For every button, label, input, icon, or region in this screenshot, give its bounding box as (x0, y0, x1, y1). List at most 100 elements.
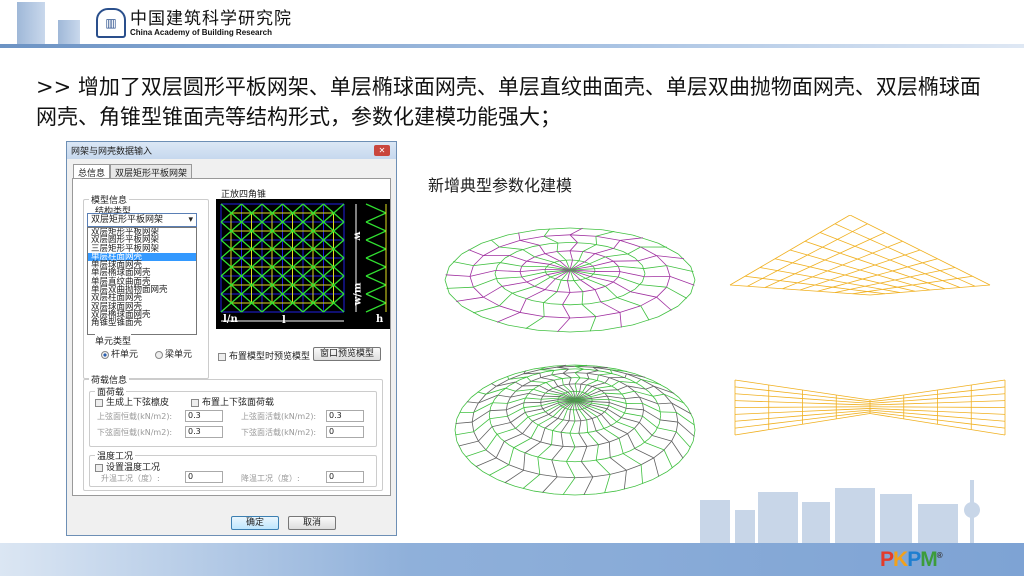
member-line (561, 378, 564, 386)
temp-up-input[interactable]: 0 (185, 471, 223, 483)
member-line (526, 281, 535, 287)
member-line (518, 232, 521, 241)
member-line (884, 232, 903, 242)
member-line (912, 282, 928, 286)
member-line (887, 240, 903, 248)
window-preview-button[interactable]: 窗口预览模型 (313, 347, 381, 361)
member-line (634, 422, 640, 429)
close-button[interactable]: ✕ (374, 145, 390, 156)
pkpm-letter: K (893, 548, 908, 571)
member-line (455, 421, 473, 424)
member-line (574, 368, 584, 374)
temp-down-input[interactable]: 0 (326, 471, 364, 483)
member-line (551, 459, 558, 478)
upper-live-input[interactable]: 0.3 (326, 410, 364, 422)
member-line (522, 420, 533, 434)
member-line (596, 385, 612, 389)
member-line (827, 264, 843, 272)
member-line (530, 424, 539, 439)
member-line (819, 223, 836, 233)
member-line (544, 316, 571, 319)
member-line (937, 419, 972, 425)
member-line (519, 312, 545, 317)
member-line (824, 259, 843, 266)
member-line (836, 408, 871, 411)
apply-load-checkbox[interactable]: 布置上下弦面荷载 (191, 395, 274, 408)
member-line (448, 253, 463, 267)
member-line (548, 387, 554, 391)
radio-beam[interactable]: 梁单元 (155, 347, 192, 360)
radio-truss[interactable]: 杆单元 (101, 347, 138, 360)
member-line (809, 259, 826, 268)
member-line (837, 231, 853, 240)
member-line (526, 260, 550, 265)
member-line (495, 276, 522, 280)
member-line (897, 284, 913, 288)
member-line (591, 395, 608, 399)
upper-dead-input[interactable]: 0.3 (185, 410, 223, 422)
member-line (562, 408, 568, 421)
preview-checkbox[interactable]: 布置模型时预览模型 (218, 349, 310, 362)
member-line (569, 433, 576, 448)
member-line (822, 239, 838, 248)
member-line (530, 437, 541, 443)
purlin-checkbox[interactable]: 生成上下弦檩皮 (95, 395, 169, 408)
member-line (568, 377, 572, 385)
member-line (540, 377, 554, 381)
ok-button[interactable]: 确定 (231, 516, 279, 530)
struct-type-option[interactable]: 角锥型锥面壳 (88, 319, 196, 328)
member-line (852, 291, 868, 295)
member-line (619, 237, 644, 241)
member-line (972, 275, 991, 286)
member-line (842, 264, 861, 271)
member-line (954, 267, 973, 277)
ruled-surface-shell-model (734, 379, 1006, 436)
member-line (768, 423, 803, 431)
member-line (522, 380, 532, 387)
member-line (544, 289, 558, 293)
member-line (836, 403, 871, 406)
member-line (522, 474, 541, 489)
member-line (759, 267, 778, 272)
member-line (652, 435, 672, 442)
radio-label: 杆单元 (111, 350, 139, 360)
member-line (569, 250, 573, 261)
member-line (642, 273, 646, 282)
temperature-checkbox[interactable]: 设置温度工况 (95, 460, 160, 473)
member-line (542, 408, 546, 412)
member-line (653, 393, 665, 397)
member-line (600, 301, 621, 313)
member-line (525, 397, 542, 400)
lower-dead-input[interactable]: 0.3 (185, 426, 223, 438)
checkbox-label: 布置模型时预览模型 (229, 352, 311, 362)
member-line (937, 423, 972, 431)
member-line (532, 300, 551, 305)
member-line (545, 392, 562, 396)
member-line (539, 369, 554, 371)
member-line (744, 275, 763, 279)
member-line (461, 242, 482, 255)
member-line (483, 286, 502, 298)
member-line (887, 246, 906, 256)
member-line (799, 289, 818, 292)
member-line (551, 430, 554, 445)
member-line (799, 284, 816, 291)
preview-label-w-over-m: w/m (352, 282, 364, 306)
member-line (604, 408, 608, 412)
member-line (834, 288, 851, 293)
member-line (551, 444, 564, 447)
member-line (734, 423, 769, 429)
member-line (592, 398, 609, 401)
member-line (589, 300, 608, 305)
member-line (557, 386, 569, 393)
member-line (465, 449, 487, 458)
pkpm-letter: P (880, 548, 894, 571)
member-line (869, 394, 904, 401)
lower-live-input[interactable]: 0 (326, 426, 364, 438)
struct-type-select[interactable]: 双层矩形平板网架 ▾ (87, 213, 197, 227)
member-line (448, 293, 463, 307)
struct-type-dropdown[interactable]: 双层矩形平板网架 双层圆形平板网架 三层矩形平板网架 单层柱面网壳 单层球面网壳 单层椭球… (87, 227, 197, 335)
member-line (747, 278, 763, 287)
cancel-button[interactable]: 取消 (288, 516, 336, 530)
member-line (523, 405, 542, 408)
